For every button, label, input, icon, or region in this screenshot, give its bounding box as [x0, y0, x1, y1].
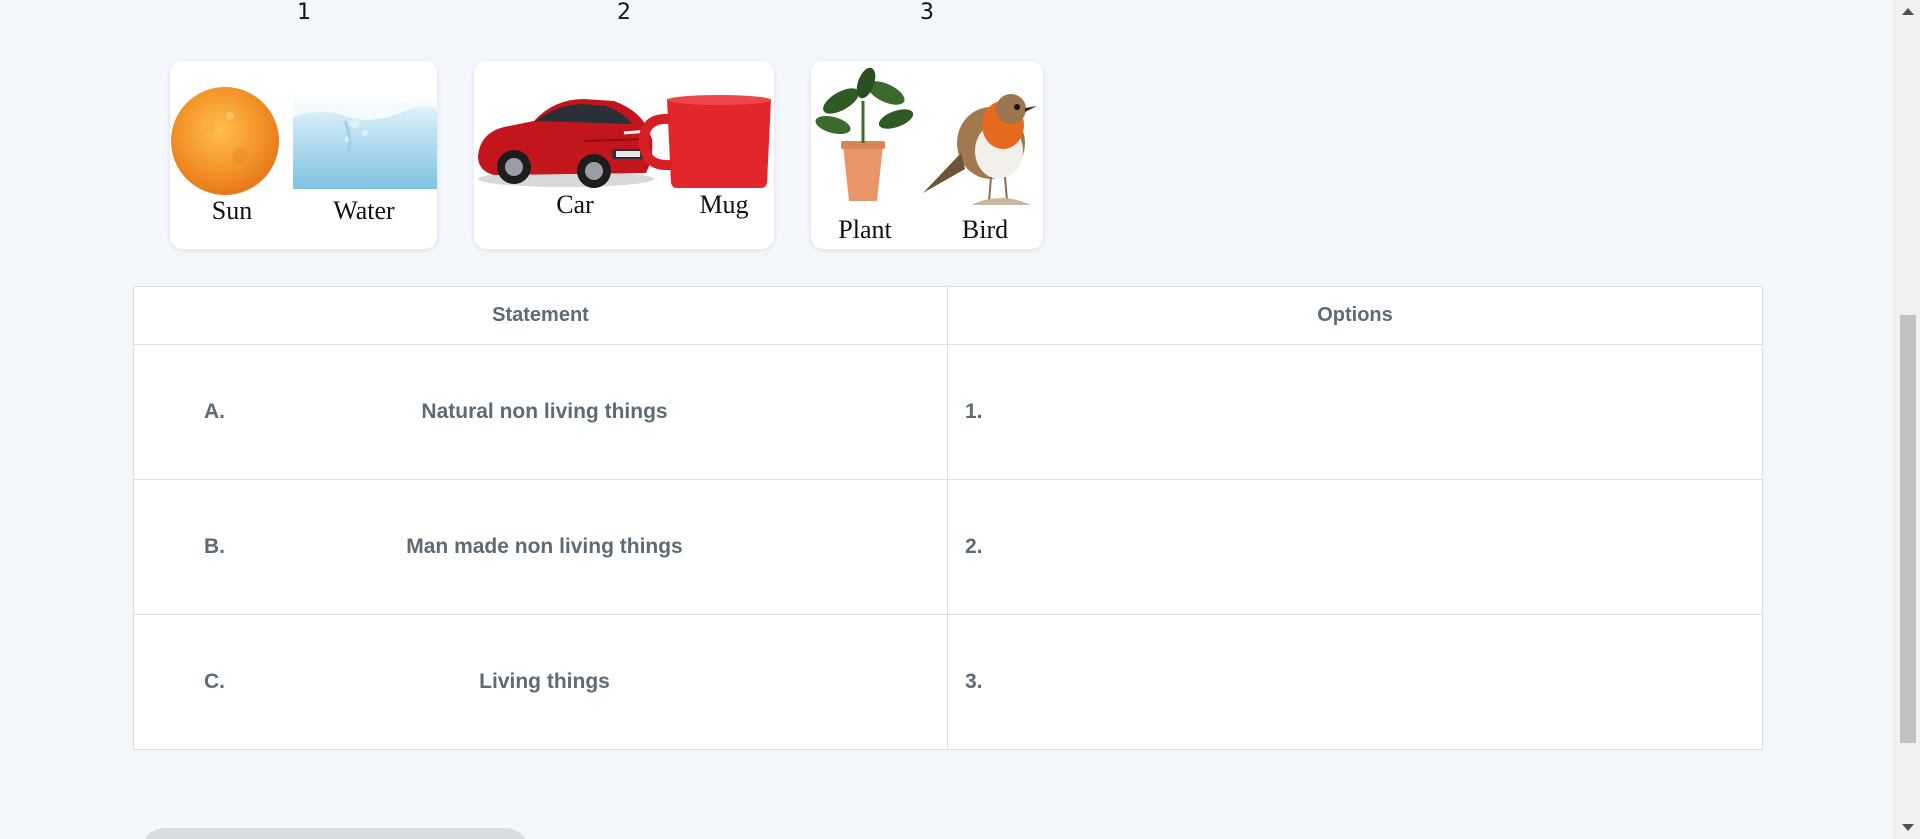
scrollbar-thumb[interactable]: [1900, 315, 1916, 743]
statement-cell: B. Man made non living things: [133, 479, 948, 615]
options-header: Options: [947, 286, 1763, 345]
mug-icon: [638, 95, 771, 188]
statement-header: Statement: [133, 286, 948, 345]
option-number: 1.: [965, 400, 983, 423]
statement-text: Man made non living things: [406, 535, 683, 558]
image-number-2: 2: [617, 0, 631, 25]
caption-bird: Bird: [962, 215, 1008, 244]
page-scrollbar[interactable]: [1894, 0, 1920, 839]
statement-letter: C.: [204, 670, 225, 693]
image-number-1: 1: [297, 0, 311, 25]
statement-text: Natural non living things: [421, 400, 668, 423]
caption-sun: Sun: [212, 196, 252, 225]
page: 1 2 3 Sun Water Car Mug Plant Bird State…: [0, 0, 1920, 839]
option-cell[interactable]: 2.: [947, 479, 1763, 615]
caption-plant: Plant: [838, 215, 892, 244]
submit-button[interactable]: [140, 828, 530, 839]
water-icon: [293, 101, 437, 189]
scroll-down-icon[interactable]: [1902, 824, 1914, 831]
plant-icon: [815, 67, 914, 201]
option-cell[interactable]: 3.: [947, 614, 1763, 750]
sun-icon: [171, 87, 279, 195]
statement-cell: C. Living things: [133, 614, 948, 750]
statement-letter: B.: [204, 535, 225, 558]
table-header-row: Statement Options: [133, 286, 1763, 345]
match-table: Statement Options A. Natural non living …: [133, 286, 1763, 750]
bird-icon: [923, 94, 1037, 205]
statement-text: Living things: [479, 670, 610, 693]
statement-letter: A.: [204, 400, 225, 423]
image-card-1: Sun Water: [170, 61, 437, 249]
option-number: 3.: [965, 670, 983, 693]
car-icon: [478, 99, 654, 188]
caption-car: Car: [556, 190, 594, 219]
caption-water: Water: [333, 196, 395, 225]
caption-mug: Mug: [699, 190, 748, 219]
table-row: A. Natural non living things 1.: [133, 344, 1763, 480]
table-row: C. Living things 3.: [133, 614, 1763, 750]
option-cell[interactable]: 1.: [947, 344, 1763, 480]
scroll-up-icon[interactable]: [1902, 8, 1914, 15]
image-number-3: 3: [920, 0, 934, 25]
option-number: 2.: [965, 535, 983, 558]
image-card-2: Car Mug: [474, 61, 774, 249]
image-card-3: Plant Bird: [811, 61, 1043, 249]
match-question-area: 1 2 3 Sun Water Car Mug Plant Bird State…: [0, 0, 1895, 839]
table-row: B. Man made non living things 2.: [133, 479, 1763, 615]
statement-cell: A. Natural non living things: [133, 344, 948, 480]
